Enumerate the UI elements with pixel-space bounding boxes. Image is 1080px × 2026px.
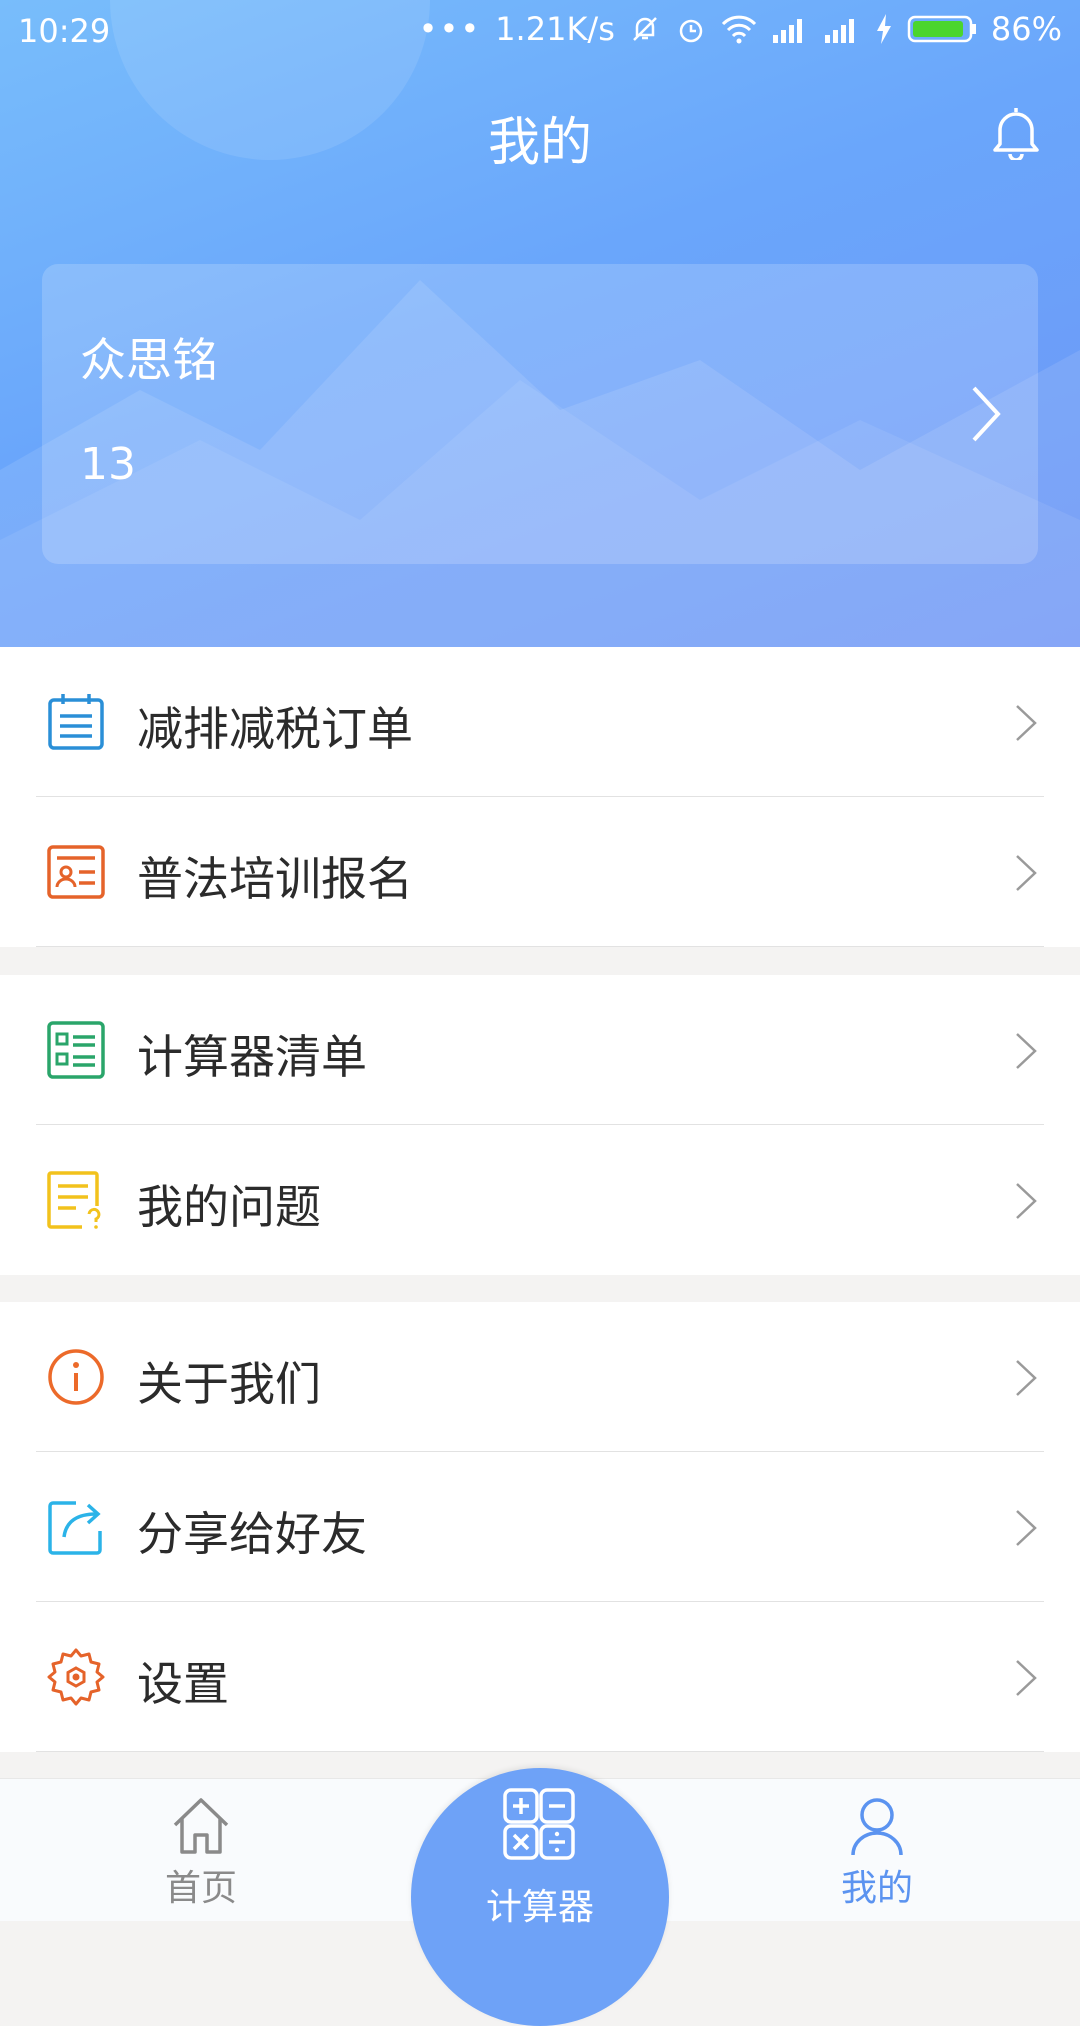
- menu-item-orders[interactable]: 减排减税订单: [0, 647, 1080, 797]
- chevron-right-icon: [1016, 1510, 1037, 1546]
- menu-item-training-signup[interactable]: 普法培训报名: [0, 797, 1080, 947]
- signal-icon: [772, 19, 802, 43]
- more-dots-icon: •••: [418, 10, 482, 48]
- divider: [36, 1751, 1044, 1752]
- network-speed: 1.21K/s: [495, 10, 615, 48]
- tab-mine[interactable]: 我的: [777, 1779, 977, 1921]
- alarm-icon: [679, 19, 703, 43]
- profile-id: 13: [80, 439, 136, 490]
- home-icon: [173, 1798, 229, 1854]
- divider: [36, 946, 1044, 947]
- tab-home[interactable]: 首页: [101, 1779, 301, 1921]
- id-card-icon: [47, 845, 105, 899]
- tab-calculator[interactable]: 计算器: [411, 1768, 669, 2026]
- info-icon: [48, 1349, 104, 1405]
- menu-group-tools: 计算器清单 我的问题: [0, 975, 1080, 1275]
- profile-card[interactable]: 众思铭 13: [42, 264, 1038, 564]
- menu-item-about-us[interactable]: 关于我们: [0, 1302, 1080, 1452]
- menu-item-label: 普法培训报名: [137, 852, 413, 906]
- battery-icon: [907, 15, 976, 43]
- bell-icon[interactable]: [990, 104, 1042, 160]
- menu-item-label: 计算器清单: [137, 1030, 367, 1084]
- calculator-icon: [503, 1788, 575, 1860]
- battery-level: 86%: [990, 10, 1062, 48]
- menu-item-share[interactable]: 分享给好友: [0, 1452, 1080, 1602]
- chevron-right-icon: [1016, 1033, 1037, 1069]
- menu-item-my-questions[interactable]: 我的问题: [0, 1125, 1080, 1275]
- profile-header: 10:29 ••• 1.21K/s 86% 我的 众思铭 13: [0, 0, 1080, 647]
- tab-home-label: 首页: [164, 1868, 237, 1909]
- chevron-right-icon: [1016, 1183, 1037, 1219]
- charging-icon: [876, 14, 891, 44]
- menu-item-label: 设置: [137, 1657, 229, 1711]
- silent-icon: [632, 17, 657, 41]
- chevron-right-icon: [972, 386, 1001, 442]
- menu-item-label: 关于我们: [137, 1357, 321, 1411]
- menu-group-general: 关于我们 分享给好友 设置: [0, 1302, 1080, 1752]
- question-note-icon: [47, 1171, 101, 1229]
- wifi-icon: [721, 15, 756, 44]
- menu-item-label: 减排减税订单: [137, 702, 413, 756]
- menu-item-calculator-list[interactable]: 计算器清单: [0, 975, 1080, 1125]
- status-time: 10:29: [18, 12, 111, 50]
- signal-icon-2: [824, 19, 854, 43]
- chevron-right-icon: [1016, 705, 1037, 741]
- menu-item-settings[interactable]: 设置: [0, 1602, 1080, 1752]
- checklist-icon: [47, 1021, 105, 1079]
- chevron-right-icon: [1016, 1360, 1037, 1396]
- menu-item-label: 我的问题: [137, 1180, 321, 1234]
- menu-item-label: 分享给好友: [137, 1507, 367, 1561]
- tab-mine-label: 我的: [840, 1868, 913, 1909]
- chevron-right-icon: [1016, 1660, 1037, 1696]
- calendar-list-icon: [48, 694, 104, 750]
- user-icon: [851, 1798, 903, 1856]
- share-icon: [48, 1501, 102, 1555]
- status-bar: 10:29 ••• 1.21K/s 86%: [0, 0, 1080, 62]
- profile-name: 众思铭: [80, 333, 218, 387]
- chevron-right-icon: [1016, 855, 1037, 891]
- menu-group-orders: 减排减税订单 普法培训报名: [0, 647, 1080, 947]
- tab-calculator-label: 计算器: [485, 1887, 594, 1928]
- gear-icon: [47, 1648, 105, 1706]
- page-title: 我的: [487, 113, 592, 173]
